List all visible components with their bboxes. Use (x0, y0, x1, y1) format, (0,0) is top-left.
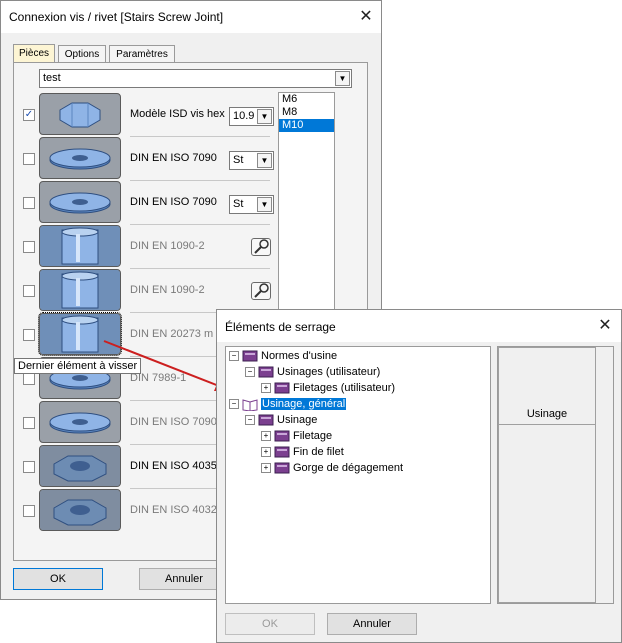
collapse-icon[interactable]: − (229, 399, 239, 410)
tree-node[interactable]: + Fin de filet (261, 444, 344, 460)
tree-node-label: Gorge de dégagement (293, 462, 404, 474)
tree-node[interactable]: + Filetage (261, 428, 332, 444)
tree-node-label: Usinage, général (261, 398, 347, 410)
tree-node-label: Normes d'usine (261, 350, 338, 362)
book-icon (258, 414, 274, 426)
book-icon (258, 366, 274, 378)
dialog-title: Éléments de serrage (225, 320, 336, 334)
tree-node-selected[interactable]: − Usinage, général (229, 396, 347, 412)
preview-caption: Usinage (498, 347, 596, 425)
expand-icon[interactable]: + (261, 383, 271, 394)
ok-button: OK (225, 613, 315, 635)
tree-node-label: Usinages (utilisateur) (277, 366, 381, 378)
expand-icon[interactable]: + (261, 463, 271, 474)
preview-pane: Usinage (497, 346, 614, 604)
tree-node[interactable]: + Gorge de dégagement (261, 460, 403, 476)
expand-icon[interactable]: + (261, 431, 271, 442)
clamping-elements-dialog: Éléments de serrage ✕ − Normes d'usine − U… (216, 309, 622, 643)
collapse-icon[interactable]: − (229, 351, 239, 362)
cancel-button[interactable]: Annuler (327, 613, 417, 635)
collapse-icon[interactable]: − (245, 415, 255, 426)
tree-node-label: Filetages (utilisateur) (293, 382, 396, 394)
open-book-icon (242, 398, 258, 411)
tree-node-label: Fin de filet (293, 446, 344, 458)
tree-node[interactable]: − Usinage (245, 412, 317, 428)
tree-node[interactable]: − Usinages (utilisateur) (245, 364, 380, 380)
title-bar: Éléments de serrage ✕ (217, 310, 621, 342)
scrollbar[interactable] (596, 347, 613, 603)
book-icon (274, 446, 290, 458)
book-icon (274, 382, 290, 394)
expand-icon[interactable]: + (261, 447, 271, 458)
tree-view[interactable]: − Normes d'usine − Usinages (utilisateur) … (225, 346, 491, 604)
tree-node-label: Filetage (293, 430, 333, 442)
preview-area (498, 425, 596, 603)
book-icon (242, 350, 258, 362)
tree-node-label: Usinage (277, 414, 318, 426)
book-icon (274, 430, 290, 442)
book-icon (274, 462, 290, 474)
tree-node[interactable]: − Normes d'usine (229, 348, 337, 364)
tree-node[interactable]: + Filetages (utilisateur) (261, 380, 395, 396)
close-icon[interactable]: ✕ (591, 314, 619, 338)
collapse-icon[interactable]: − (245, 367, 255, 378)
